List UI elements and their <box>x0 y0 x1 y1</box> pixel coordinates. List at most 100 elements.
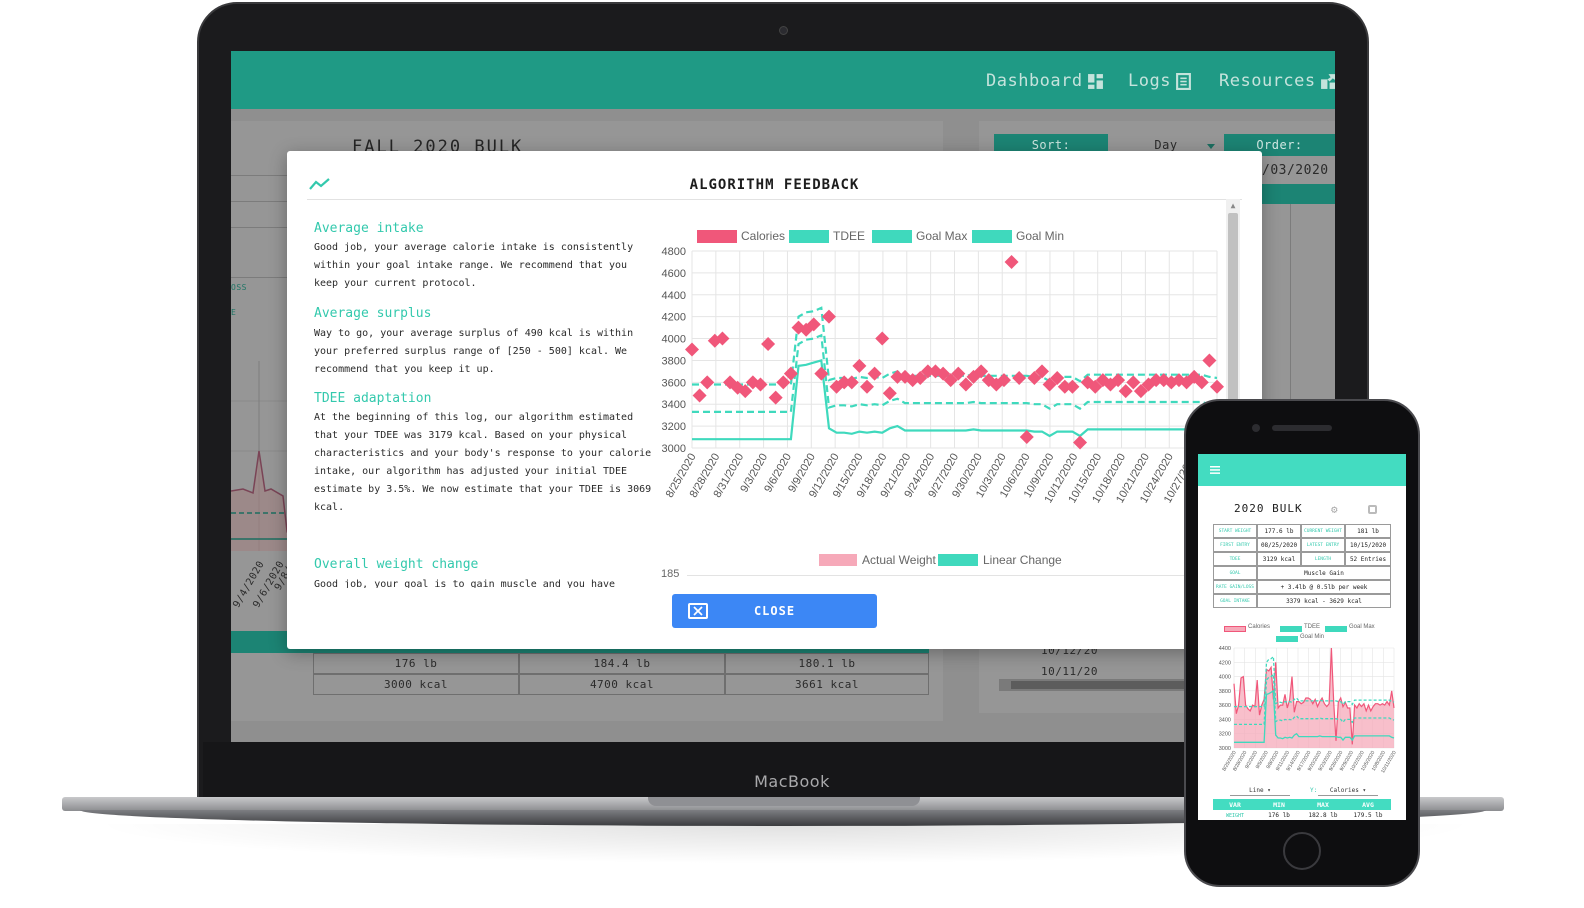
bg-scrollbar-thumb[interactable] <box>1011 681 1211 689</box>
y-tick-label: 3000 <box>662 443 686 455</box>
weight-grid-line <box>687 575 1217 576</box>
phone-stats-head-min: MIN <box>1273 801 1285 809</box>
calories-point <box>875 331 890 346</box>
modal-title: ALGORITHM FEEDBACK <box>689 177 860 193</box>
legend-swatch-tdee <box>789 230 829 243</box>
phone-table-value: + 3.4lb @ 0.5lb per week <box>1257 580 1391 594</box>
section-heading-intake: Average intake <box>314 221 424 236</box>
nav-resources[interactable]: Resources <box>1219 71 1335 91</box>
phone-camera <box>1252 424 1260 432</box>
bg-order-date[interactable]: /03/2020 <box>1262 163 1329 178</box>
phone-legend-swatch-tdee <box>1280 626 1302 632</box>
phone-stats-head-max: MAX <box>1317 801 1329 809</box>
calories-point <box>821 309 836 324</box>
calories-point <box>1065 379 1080 394</box>
bg-list-date[interactable]: 10/11/20 <box>1041 665 1098 678</box>
section-heading-weight: Overall weight change <box>314 557 479 572</box>
section-body-weight: Good job, your goal is to gain muscle an… <box>314 579 616 588</box>
laptop-camera <box>779 26 788 35</box>
phone-screen: 2020 BULK ⚙ START WEIGHT 177.6 lb CURRENT … <box>1198 454 1406 820</box>
y-tick-label: 4800 <box>662 246 686 258</box>
bg-sort-select[interactable]: Day <box>1111 138 1221 152</box>
bg-sort-label: Sort: <box>1031 138 1071 152</box>
calories-point <box>852 358 867 373</box>
phone-table-label: FIRST ENTRY <box>1213 538 1257 552</box>
calorie-chart: Calories TDEE Goal Max Goal Min 3000 3200 3400… <box>662 229 1224 505</box>
phone-table-value: 08/25/2020 <box>1257 538 1301 552</box>
phone-table-label: RATE GAIN/LOSS <box>1213 580 1257 594</box>
phone-y-tick-label: 4000 <box>1219 675 1231 681</box>
phone-table-label: GOAL INTAKE <box>1213 594 1257 608</box>
bg-divider <box>231 201 287 202</box>
phone-y-tick-label: 3000 <box>1219 746 1231 752</box>
y-tick-label: 3400 <box>662 399 686 411</box>
modal-divider <box>307 199 1242 200</box>
phone-legend-swatch-calories <box>1224 626 1246 632</box>
y-tick-label: 3800 <box>662 355 686 367</box>
phone-legend-tdee: TDEE <box>1304 624 1321 630</box>
calories-point <box>860 379 874 394</box>
phone-stats-head-avg: AVG <box>1362 801 1374 809</box>
phone-navbar <box>1198 454 1406 486</box>
bg-partial-chart <box>231 361 291 551</box>
phone-stats-avg: 179.5 lb <box>1353 812 1383 819</box>
bg-divider <box>231 277 287 278</box>
chevron-down-icon <box>1207 144 1215 149</box>
phone-stats-var: WEIGHT <box>1225 813 1245 819</box>
bg-list-header <box>1262 184 1335 204</box>
bg-side-label-2: E <box>231 308 237 317</box>
calories-point <box>867 366 882 381</box>
phone-table-value: 3379 kcal - 3629 kcal <box>1257 594 1391 608</box>
phone-table-value: Muscle Gain <box>1257 566 1391 580</box>
section-body-surplus: Way to go, your average surplus of 490 k… <box>314 328 634 375</box>
phone-legend-swatch-goal-min <box>1276 636 1298 642</box>
legend-swatch-calories <box>697 230 737 243</box>
nav-dashboard[interactable]: Dashboard <box>986 71 1104 91</box>
calories-point <box>1012 370 1027 385</box>
phone-select-y[interactable]: Calories ▾ <box>1318 787 1378 796</box>
legend-swatch-goal-min <box>972 230 1012 243</box>
calories-point <box>1073 435 1088 450</box>
algorithm-feedback-modal: ALGORITHM FEEDBACK Average intake Good j… <box>287 151 1262 649</box>
phone-y-tick-label: 3200 <box>1219 732 1231 738</box>
phone-y-tick-label: 4400 <box>1219 646 1231 652</box>
phone-table-label: CURRENT WEIGHT <box>1301 524 1345 538</box>
y-tick-label: 4200 <box>662 312 686 324</box>
phone-home-button[interactable] <box>1283 832 1321 870</box>
phone-stats-head-var: VAR <box>1229 801 1241 809</box>
calories-point <box>1202 353 1217 368</box>
bg-stat-avg-weight: 180.1 lb <box>798 657 856 670</box>
nav-dashboard-label: Dashboard <box>986 71 1083 91</box>
hamburger-menu-icon[interactable] <box>1210 466 1220 474</box>
y-tick-label: 4600 <box>662 268 686 280</box>
y-tick-label: 4000 <box>662 334 686 346</box>
section-body-intake: Good job, your average calorie intake is… <box>314 242 634 289</box>
scroll-up-arrow[interactable]: ▲ <box>1228 201 1238 211</box>
bg-order-label: Order: <box>1256 138 1303 152</box>
legend-swatch-goal-max <box>872 230 912 243</box>
legend-label-goal-max: Goal Max <box>916 229 967 243</box>
close-button[interactable]: CLOSE <box>672 594 877 628</box>
phone-y-tick-label: 4200 <box>1219 660 1231 666</box>
calories-point <box>692 388 707 403</box>
phone-legend-calories: Calories <box>1248 624 1271 630</box>
phone-table-value: 3129 kcal <box>1257 552 1301 566</box>
phone-table-value: 181 lb <box>1345 524 1391 538</box>
bg-divider <box>231 227 287 228</box>
expand-icon[interactable] <box>1368 505 1377 514</box>
dashboard-icon <box>1087 73 1103 89</box>
calories-point <box>1210 379 1224 394</box>
gear-icon[interactable]: ⚙ <box>1331 503 1338 516</box>
phone-stats-min: 176 lb <box>1268 812 1290 819</box>
nav-logs[interactable]: Logs <box>1128 71 1192 91</box>
nav-resources-label: Resources <box>1219 71 1316 91</box>
bg-stat-max-weight: 184.4 lb <box>593 657 651 670</box>
close-button-label: CLOSE <box>753 604 796 618</box>
phone-select-x[interactable]: Line ▾ <box>1230 787 1290 796</box>
legend-label-calories: Calories <box>741 229 785 243</box>
legend-label-goal-min: Goal Min <box>1016 229 1064 243</box>
legend-actual-weight: Actual Weight <box>862 553 936 567</box>
legend-linear-change: Linear Change <box>983 553 1062 567</box>
phone-legend-swatch-goal-max <box>1325 626 1347 632</box>
phone-table-label: LATEST ENTRY <box>1301 538 1345 552</box>
